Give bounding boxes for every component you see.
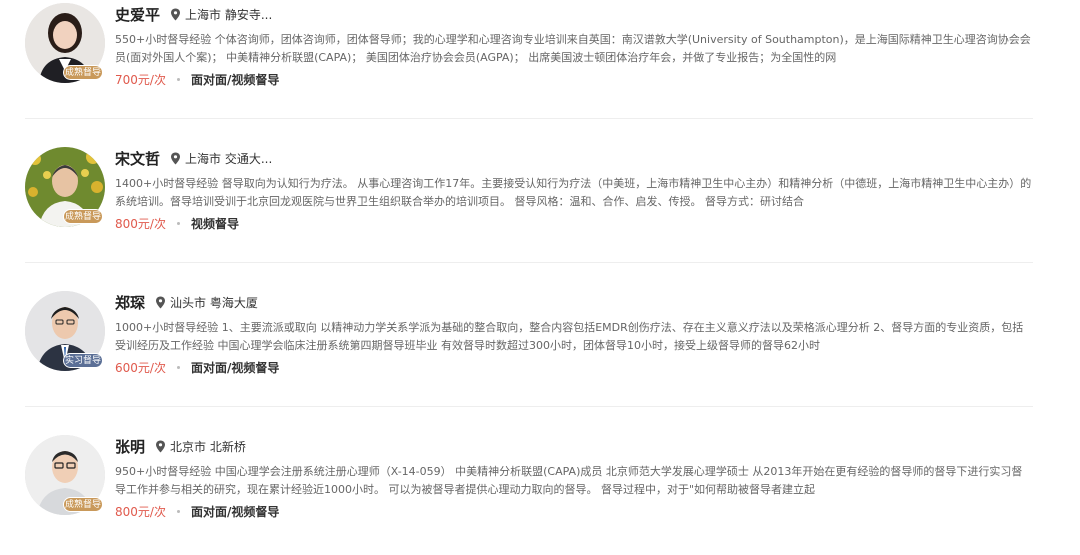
price: 800元/次 <box>115 504 166 519</box>
supervision-mode: 面对面/视频督导 <box>190 360 280 375</box>
supervisor-location: 汕头市 粤海大厦 <box>170 295 258 310</box>
divider <box>25 118 1033 119</box>
supervisor-card[interactable]: 实习督导 郑琛 汕头市 粤海大厦 1000+小时督导经验 1、主要流派或取向 以… <box>25 291 1033 411</box>
supervisor-description: 1400+小时督导经验 督导取向为认知行为疗法。 从事心理咨询工作17年。主要接… <box>115 177 1032 208</box>
supervision-mode: 面对面/视频督导 <box>190 72 280 87</box>
location-pin-icon <box>171 8 181 20</box>
supervisor-description: 1000+小时督导经验 1、主要流派或取向 以精神动力学关系学派为基础的整合取向… <box>115 321 1024 352</box>
badge-label: 实习督导 <box>63 353 103 368</box>
location-pin-icon <box>156 440 166 452</box>
separator-dot <box>176 365 180 369</box>
price: 800元/次 <box>115 216 166 231</box>
separator-dot <box>176 509 180 513</box>
supervisor-location: 上海市 静安寺... <box>185 7 273 22</box>
supervisor-card[interactable]: 成熟督导 张明 北京市 北新桥 950+小时督导经验 中国心理学会注册系统注册心… <box>25 435 1033 555</box>
badge-label: 成熟督导 <box>63 497 103 512</box>
divider <box>25 406 1033 407</box>
price: 700元/次 <box>115 72 166 87</box>
separator-dot <box>176 77 180 81</box>
badge-label: 成熟督导 <box>63 65 103 80</box>
supervision-mode: 视频督导 <box>190 216 239 231</box>
badge-label: 成熟督导 <box>63 209 103 224</box>
supervisor-name[interactable]: 史爱平 <box>115 4 160 25</box>
supervision-mode: 面对面/视频督导 <box>190 504 280 519</box>
location-pin-icon <box>156 296 166 308</box>
location-pin-icon <box>171 152 181 164</box>
supervisor-name[interactable]: 宋文哲 <box>115 148 160 169</box>
supervisor-description: 950+小时督导经验 中国心理学会注册系统注册心理师（X-14-059） 中美精… <box>115 465 1023 496</box>
separator-dot <box>176 221 180 225</box>
supervisor-location: 上海市 交通大... <box>185 151 273 166</box>
supervisor-card[interactable]: 成熟督导 史爱平 上海市 静安寺... 550+小时督导经验 个体咨询师，团体咨… <box>25 3 1033 123</box>
supervisor-location: 北京市 北新桥 <box>170 439 246 454</box>
supervisor-description: 550+小时督导经验 个体咨询师，团体咨询师，团体督导师；我的心理学和心理咨询专… <box>115 33 1031 64</box>
supervisor-name[interactable]: 郑琛 <box>115 292 145 313</box>
price: 600元/次 <box>115 360 166 375</box>
supervisor-name[interactable]: 张明 <box>115 436 145 457</box>
supervisor-list: 成熟督导 史爱平 上海市 静安寺... 550+小时督导经验 个体咨询师，团体咨… <box>0 0 1080 534</box>
supervisor-card[interactable]: 成熟督导 宋文哲 上海市 交通大... 1400+小时督导经验 督导取向为认知行… <box>25 147 1033 267</box>
divider <box>25 262 1033 263</box>
